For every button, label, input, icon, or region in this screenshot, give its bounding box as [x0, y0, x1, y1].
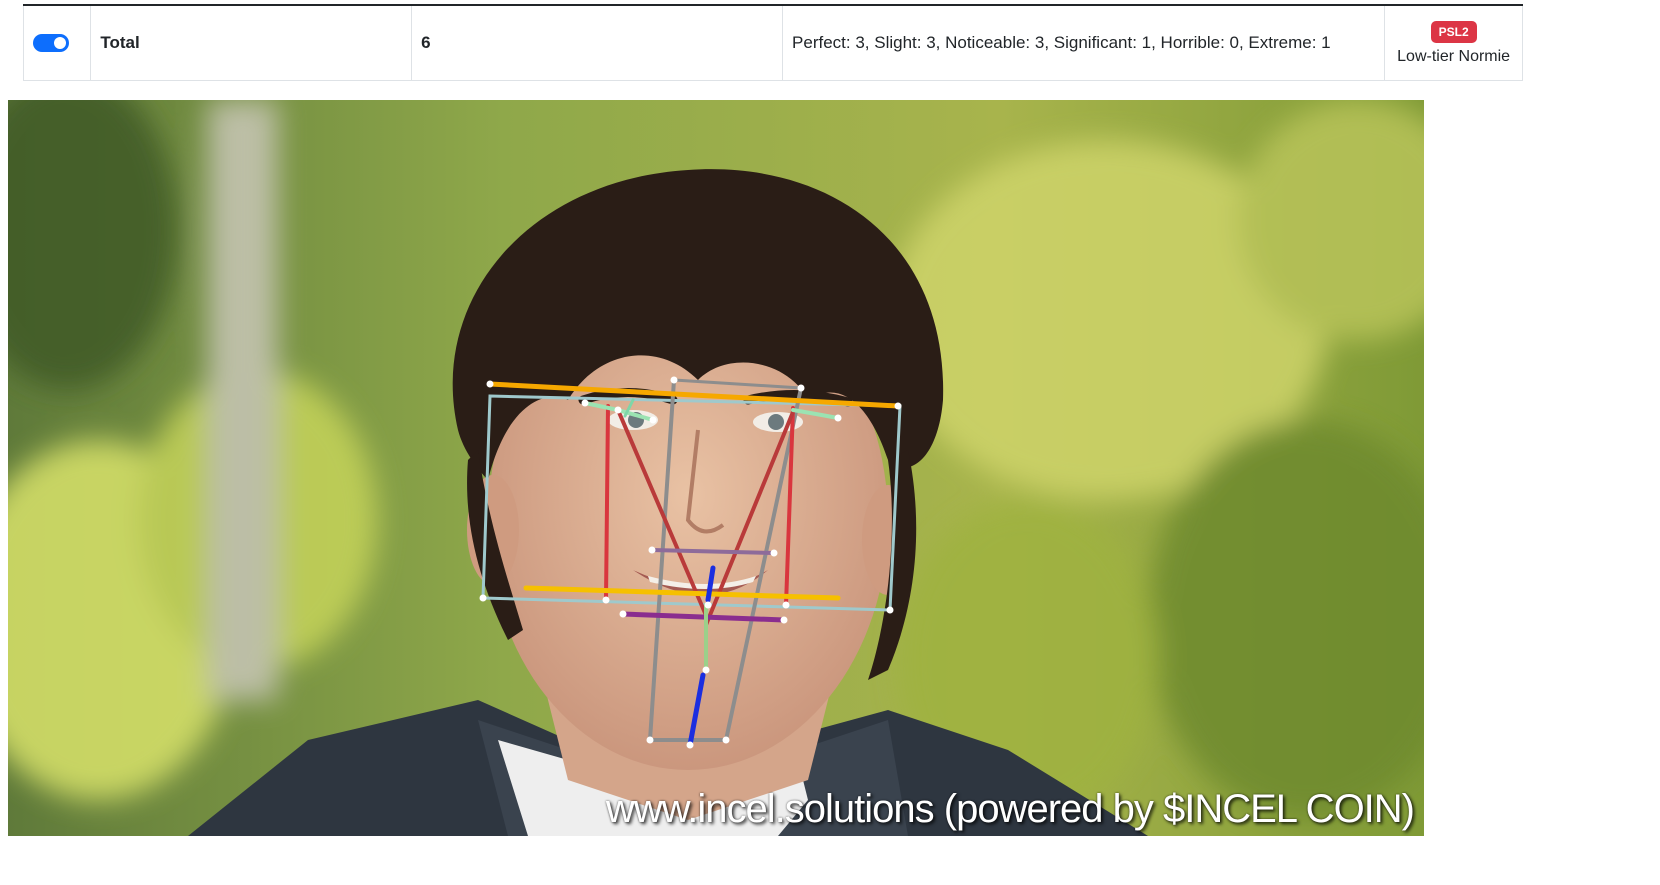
table-row-total: Total 6 Perfect: 3, Slight: 3, Noticeabl… [22, 5, 1523, 81]
row-label: Total [90, 5, 413, 81]
psl-badge: PSL2 [1430, 20, 1477, 43]
row-stats: Perfect: 3, Slight: 3, Noticeable: 3, Si… [782, 5, 1386, 81]
tier-cell: PSL2 Low-tier Normie [1384, 5, 1523, 81]
toggle-knob [54, 37, 66, 49]
photo-illustration [8, 100, 1424, 836]
results-table: Total 6 Perfect: 3, Slight: 3, Noticeabl… [22, 4, 1523, 81]
overlay-toggle-switch[interactable] [33, 34, 69, 52]
row-count: 6 [411, 5, 784, 81]
tier-label: Low-tier Normie [1397, 47, 1511, 65]
toggle-cell [22, 5, 92, 81]
face-analysis-image: www.incel.solutions (powered by $INCEL C… [8, 100, 1424, 836]
watermark-text: www.incel.solutions (powered by $INCEL C… [605, 787, 1415, 831]
stats-text: Perfect: 3, Slight: 3, Noticeable: 3, Si… [792, 33, 1331, 52]
